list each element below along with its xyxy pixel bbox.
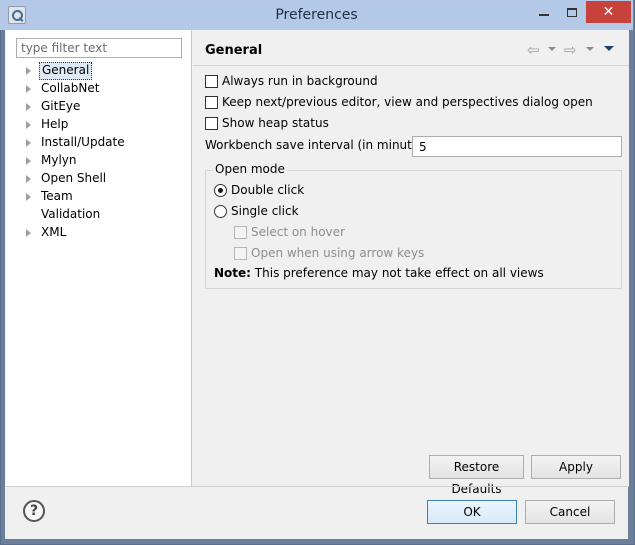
open-mode-title: Open mode xyxy=(213,162,287,176)
tree-item-giteye[interactable]: GitEye xyxy=(6,98,192,116)
show-heap-checkbox[interactable] xyxy=(205,116,218,130)
tree-item-label: CollabNet xyxy=(41,81,100,95)
help-button[interactable]: ? xyxy=(23,500,45,522)
show-heap-option[interactable]: Show heap status xyxy=(205,114,329,132)
always-run-checkbox[interactable] xyxy=(205,74,218,88)
preference-tree: General CollabNet GitEye Help Install/Up… xyxy=(6,62,192,242)
tree-item-open-shell[interactable]: Open Shell xyxy=(6,170,192,188)
back-arrow-icon[interactable]: ⇦ xyxy=(527,41,540,59)
select-on-hover-label: Select on hover xyxy=(251,225,345,239)
chevron-down-icon xyxy=(586,47,594,51)
double-click-radio[interactable] xyxy=(214,183,227,197)
single-click-option[interactable]: Single click xyxy=(214,202,299,220)
apply-button[interactable]: Apply xyxy=(531,455,621,479)
header-divider xyxy=(193,65,629,66)
tree-item-validation[interactable]: Validation xyxy=(6,206,192,224)
always-run-option[interactable]: Always run in background xyxy=(205,72,378,90)
menu-triangle-icon xyxy=(604,46,614,51)
tree-item-label: Team xyxy=(41,189,73,203)
tree-item-help[interactable]: Help xyxy=(6,116,192,134)
open-mode-group: Open mode Double click Single click Sele… xyxy=(205,162,622,289)
tree-item-install-update[interactable]: Install/Update xyxy=(6,134,192,152)
show-heap-label: Show heap status xyxy=(222,116,329,130)
keep-next-checkbox[interactable] xyxy=(205,95,218,109)
tree-item-label: XML xyxy=(41,225,67,239)
double-click-label: Double click xyxy=(231,183,305,197)
close-button[interactable]: ✕ xyxy=(586,1,631,23)
chevron-down-icon xyxy=(548,47,556,51)
expand-arrow-icon[interactable] xyxy=(26,229,31,237)
tree-item-label: Help xyxy=(41,117,69,131)
tree-item-label: Validation xyxy=(41,207,101,221)
open-arrow-keys-option: Open when using arrow keys xyxy=(234,244,424,262)
forward-history-dropdown[interactable] xyxy=(586,41,594,57)
maximize-icon xyxy=(567,7,577,17)
single-click-radio[interactable] xyxy=(214,204,227,218)
filter-input[interactable] xyxy=(16,38,182,58)
tree-item-label: Install/Update xyxy=(41,135,125,149)
cancel-button[interactable]: Cancel xyxy=(525,500,615,524)
help-icon: ? xyxy=(29,503,39,519)
expand-arrow-icon[interactable] xyxy=(26,193,31,201)
expand-arrow-icon[interactable] xyxy=(26,67,31,75)
tree-item-xml[interactable]: XML xyxy=(6,224,192,242)
expand-arrow-icon[interactable] xyxy=(26,103,31,111)
minimize-icon xyxy=(539,14,549,16)
footer-divider xyxy=(6,486,629,487)
tree-item-collabnet[interactable]: CollabNet xyxy=(6,80,192,98)
save-interval-label: Workbench save interval (in minutes): xyxy=(205,138,435,152)
maximize-button[interactable] xyxy=(558,1,586,23)
select-on-hover-option: Select on hover xyxy=(234,223,345,241)
tree-item-label: Mylyn xyxy=(41,153,77,167)
ok-button[interactable]: OK xyxy=(427,500,517,524)
note-label: Note: xyxy=(214,266,251,280)
preference-tree-pane: General CollabNet GitEye Help Install/Up… xyxy=(6,30,192,486)
open-mode-note: Note: This preference may not take effec… xyxy=(214,266,544,280)
tree-item-team[interactable]: Team xyxy=(6,188,192,206)
expand-arrow-icon[interactable] xyxy=(26,157,31,165)
tree-item-mylyn[interactable]: Mylyn xyxy=(6,152,192,170)
tree-item-label: Open Shell xyxy=(41,171,107,185)
tree-item-label: GitEye xyxy=(41,99,81,113)
keep-next-label: Keep next/previous editor, view and pers… xyxy=(222,95,593,109)
expand-arrow-icon[interactable] xyxy=(26,175,31,183)
preference-page: General ⇦ ⇨ Always run in background Kee… xyxy=(193,30,629,486)
expand-arrow-icon[interactable] xyxy=(26,121,31,129)
single-click-label: Single click xyxy=(231,204,299,218)
always-run-label: Always run in background xyxy=(222,74,378,88)
keep-next-option[interactable]: Keep next/previous editor, view and pers… xyxy=(205,93,593,111)
page-title: General xyxy=(205,43,263,58)
open-arrow-keys-label: Open when using arrow keys xyxy=(251,246,425,260)
minimize-button[interactable] xyxy=(530,1,558,23)
title-bar[interactable]: Preferences ✕ xyxy=(0,0,633,30)
restore-defaults-button[interactable]: Restore Defaults xyxy=(429,455,524,496)
expand-arrow-icon[interactable] xyxy=(26,139,31,147)
forward-arrow-icon[interactable]: ⇨ xyxy=(564,41,577,59)
tree-item-general[interactable]: General xyxy=(6,62,192,80)
open-arrow-keys-checkbox xyxy=(234,246,247,260)
view-menu-button[interactable] xyxy=(604,41,614,57)
note-text: This preference may not take effect on a… xyxy=(254,266,544,280)
close-icon: ✕ xyxy=(602,4,615,20)
double-click-option[interactable]: Double click xyxy=(214,181,304,199)
save-interval-input[interactable] xyxy=(412,136,622,157)
select-on-hover-checkbox xyxy=(234,225,247,239)
tree-item-label: General xyxy=(39,62,93,80)
back-history-dropdown[interactable] xyxy=(548,41,556,57)
expand-arrow-icon[interactable] xyxy=(26,85,31,93)
